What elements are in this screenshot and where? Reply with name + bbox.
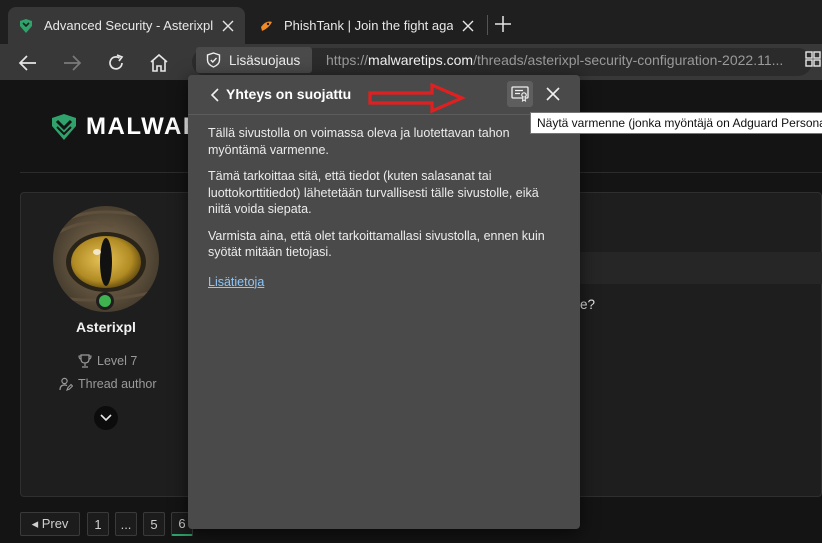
author-role: Thread author <box>59 377 157 391</box>
close-tab-icon[interactable] <box>221 19 235 33</box>
popup-body: Tällä sivustolla on voimassa oleva ja lu… <box>208 125 563 290</box>
chevron-down-icon <box>100 414 112 422</box>
page-link[interactable]: 1 <box>87 512 109 536</box>
online-status-indicator <box>96 292 114 310</box>
forward-arrow-icon[interactable] <box>61 52 83 74</box>
connection-security-popup: Yhteys on suojattu Tällä sivustolla on v… <box>188 75 580 529</box>
url-prefix: https:// <box>326 52 369 68</box>
tab-title: Advanced Security - Asterixpl Security <box>44 18 213 33</box>
tab-malwaretips[interactable]: Advanced Security - Asterixpl Security <box>8 7 245 44</box>
extensions-icon[interactable] <box>804 50 822 68</box>
shield-icon <box>206 52 221 68</box>
tab-title: PhishTank | Join the fight against phish… <box>284 18 453 33</box>
close-icon[interactable] <box>544 85 562 103</box>
author-role-text: Thread author <box>78 377 157 391</box>
back-chevron-icon[interactable] <box>208 87 222 103</box>
post-author-name[interactable]: Asterixpl <box>54 319 158 335</box>
popup-paragraph: Varmista aina, että olet tarkoittamallas… <box>208 228 545 260</box>
home-icon[interactable] <box>148 52 170 74</box>
tab-phishtank[interactable]: PhishTank | Join the fight against phish… <box>248 7 485 44</box>
prev-page-button[interactable]: ◂ Prev <box>20 512 80 536</box>
expand-button[interactable] <box>94 406 118 430</box>
page-link[interactable]: 5 <box>143 512 165 536</box>
malwaretips-logo-icon <box>52 114 76 140</box>
refresh-icon[interactable] <box>105 52 127 74</box>
close-tab-icon[interactable] <box>461 19 475 33</box>
certificate-tooltip: Näytä varmenne (jonka myöntäjä on Adguar… <box>530 112 822 134</box>
url-text[interactable]: https://malwaretips.com/threads/asterixp… <box>326 52 783 68</box>
popup-paragraph: Tällä sivustolla on voimassa oleva ja lu… <box>208 126 510 157</box>
popup-paragraph: Tämä tarkoittaa sitä, että tiedot (kuten… <box>208 169 539 216</box>
certificate-icon <box>511 86 529 102</box>
view-certificate-button[interactable] <box>507 81 533 107</box>
url-host: malwaretips.com <box>368 52 474 68</box>
page-ellipsis[interactable]: ... <box>115 512 137 536</box>
security-chip-button[interactable]: Lisäsuojaus <box>196 47 312 73</box>
trophy-icon <box>78 354 92 368</box>
author-level: Level 7 <box>78 354 137 368</box>
pagination-pages: 1 ... 5 6 <box>87 512 193 536</box>
url-path: /threads/asterixpl-security-configuratio… <box>473 52 784 68</box>
malwaretips-icon <box>20 18 32 33</box>
learn-more-link[interactable]: Lisätietoja <box>208 274 264 291</box>
tab-strip: Advanced Security - Asterixpl Security P… <box>0 0 822 44</box>
online-status-dot <box>99 295 111 307</box>
post-header-strip <box>580 252 822 284</box>
red-arrow-annotation <box>368 82 466 114</box>
tab-separator <box>487 15 488 35</box>
phishtank-icon <box>261 21 272 31</box>
pagination: ◂ Prev <box>20 512 80 536</box>
back-arrow-icon[interactable] <box>17 52 39 74</box>
author-level-text: Level 7 <box>97 354 138 368</box>
post-text-fragment: e? <box>580 297 596 312</box>
security-chip-label: Lisäsuojaus <box>229 52 301 68</box>
popup-title: Yhteys on suojattu <box>226 86 352 102</box>
new-tab-icon[interactable] <box>493 14 513 34</box>
user-pen-icon <box>59 377 73 391</box>
